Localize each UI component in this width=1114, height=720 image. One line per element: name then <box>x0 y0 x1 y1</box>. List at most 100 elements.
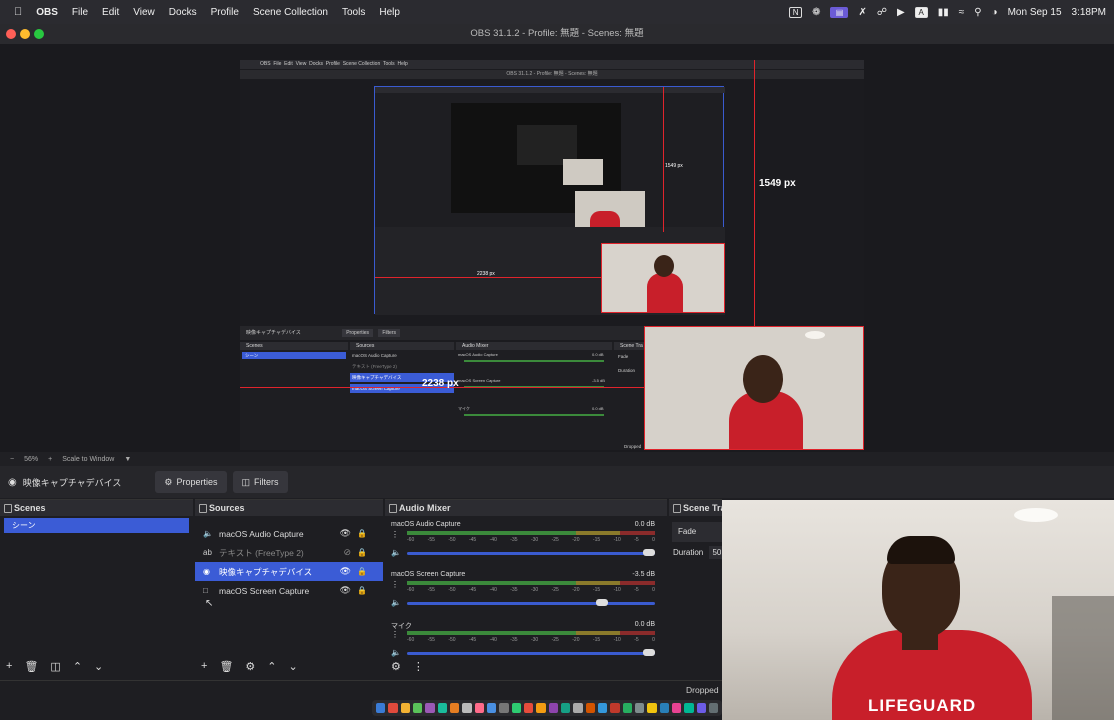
menu-view[interactable]: View <box>133 7 155 18</box>
lock-icon[interactable]: 🔒 <box>357 529 367 538</box>
dock-app-icon[interactable] <box>400 703 410 713</box>
dock-app-icon[interactable] <box>536 703 546 713</box>
lock-icon[interactable]: 🔒 <box>357 567 367 576</box>
dock-app-icon[interactable] <box>671 703 682 713</box>
lock-icon[interactable]: 🔒 <box>357 548 367 557</box>
dock-app-icon[interactable] <box>412 703 423 713</box>
play-icon[interactable]: ▶ <box>897 7 905 18</box>
remove-scene-button[interactable]: 🗑 <box>24 660 38 673</box>
menu-tools[interactable]: Tools <box>342 7 365 18</box>
menu-help[interactable]: Help <box>379 7 400 18</box>
filters-button[interactable]: ◫ Filters <box>232 471 288 493</box>
move-source-down-button[interactable]: ⌄ <box>289 660 298 673</box>
add-scene-button[interactable]: + <box>6 660 12 672</box>
minimize-window-icon[interactable] <box>20 29 30 39</box>
menu-docks[interactable]: Docks <box>169 7 197 18</box>
dock-app-icon[interactable] <box>499 703 509 713</box>
dock-app-icon[interactable] <box>548 703 558 713</box>
scene-item[interactable]: シーン <box>4 518 189 533</box>
dock-app-icon[interactable] <box>511 703 521 713</box>
menu-profile[interactable]: Profile <box>211 7 239 18</box>
fader-knob[interactable] <box>595 599 608 606</box>
dock-app-icon[interactable] <box>684 703 694 713</box>
dock-app-icon[interactable] <box>486 703 497 713</box>
fader-knob[interactable] <box>643 549 655 556</box>
dock-app-icon[interactable] <box>610 703 620 713</box>
menubar-date[interactable]: Mon Sep 15 <box>1008 7 1062 18</box>
dock-app-icon[interactable] <box>647 703 657 713</box>
keyboard-A-icon[interactable]: A <box>914 6 928 18</box>
zoom-window-icon[interactable] <box>34 29 44 39</box>
dock-app-icon[interactable] <box>437 703 447 713</box>
channel-menu-icon[interactable]: ⋮ <box>391 580 399 589</box>
screen-mirror-icon[interactable]: ▤ <box>830 6 849 18</box>
dock-app-icon[interactable] <box>376 703 386 713</box>
menu-scene-collection[interactable]: Scene Collection <box>253 7 328 18</box>
channel-menu-icon[interactable]: ⋮ <box>391 530 399 539</box>
dock-app-icon[interactable] <box>388 703 398 713</box>
volume-fader[interactable] <box>407 549 655 556</box>
dock-app-icon[interactable] <box>634 703 645 713</box>
properties-button[interactable]: ⚙ Properties <box>155 471 227 493</box>
channel-menu-icon[interactable]: ⋮ <box>391 630 399 639</box>
move-scene-down-button[interactable]: ⌄ <box>94 660 103 673</box>
dock-app-icon[interactable] <box>523 703 534 713</box>
apple-icon[interactable]:  <box>14 6 22 18</box>
dock-app-icon[interactable] <box>659 703 669 713</box>
dock-app-icon[interactable] <box>449 703 460 713</box>
duration-input[interactable]: 50 <box>709 546 722 559</box>
dock-app-icon[interactable] <box>696 703 706 713</box>
volume-fader[interactable] <box>407 599 655 606</box>
transition-select[interactable]: Fade <box>672 522 722 542</box>
move-scene-up-button[interactable]: ⌃ <box>73 660 82 673</box>
selected-webcam-source[interactable] <box>644 326 864 450</box>
pen-off-icon[interactable]: ✗ <box>858 7 866 18</box>
menu-app-name[interactable]: OBS <box>36 7 58 18</box>
chatgpt-icon[interactable]: ❁ <box>812 7 820 18</box>
speaker-icon[interactable]: 🔈 <box>391 598 401 607</box>
remove-source-button[interactable]: 🗑 <box>219 660 233 673</box>
dock-app-icon[interactable] <box>425 703 435 713</box>
scale-mode-select[interactable]: Scale to Window <box>62 456 114 463</box>
zoom-in-button[interactable]: + <box>48 456 52 463</box>
dock-app-icon[interactable] <box>597 703 608 713</box>
zoom-out-button[interactable]: − <box>10 456 14 463</box>
dock-app-icon[interactable] <box>708 703 719 713</box>
dock-app-icon[interactable] <box>622 703 632 713</box>
notion-icon[interactable]: N <box>789 6 803 18</box>
close-window-icon[interactable] <box>6 29 16 39</box>
wifi-icon[interactable]: ≈ <box>959 7 965 18</box>
battery-icon[interactable]: ▮▮ <box>938 7 949 18</box>
preview-canvas[interactable]: OBS File Edit View Docks Profile Scene C… <box>0 44 1114 452</box>
dock-app-icon[interactable] <box>462 703 472 713</box>
dock-app-icon[interactable] <box>585 703 595 713</box>
visibility-eye-icon[interactable]: 👁 <box>340 528 351 539</box>
visibility-eye-icon[interactable]: 👁 <box>340 566 351 577</box>
chevron-down-icon[interactable]: ▼ <box>124 456 131 463</box>
speaker-icon[interactable]: 🔈 <box>391 548 401 557</box>
source-item-audio-capture[interactable]: 🔈 macOS Audio Capture 👁 🔒 <box>195 524 383 543</box>
dock-app-icon[interactable] <box>573 703 583 713</box>
source-item-text[interactable]: ab テキスト (FreeType 2) ⊘ 🔒 <box>195 543 383 562</box>
source-settings-button[interactable]: ⚙ <box>245 660 255 673</box>
source-item-video-capture[interactable]: ◉ 映像キャプチャデバイス 👁 🔒 <box>195 562 383 581</box>
visibility-eye-icon[interactable]: 👁 <box>340 585 351 596</box>
dock-app-icon[interactable] <box>474 703 484 713</box>
move-source-up-button[interactable]: ⌃ <box>267 660 276 673</box>
connect-icon[interactable]: ☍ <box>877 7 887 18</box>
source-item-screen-capture[interactable]: □ macOS Screen Capture 👁 🔒 <box>195 581 383 600</box>
visibility-hidden-icon[interactable]: ⊘ <box>343 547 351 558</box>
scene-filters-button[interactable]: ◫ <box>50 660 60 673</box>
menu-file[interactable]: File <box>72 7 88 18</box>
menubar-time[interactable]: 3:18PM <box>1072 7 1106 18</box>
lock-icon[interactable]: 🔒 <box>357 586 367 595</box>
mixer-menu-icon[interactable]: ⋮ <box>413 660 424 673</box>
menu-edit[interactable]: Edit <box>102 7 119 18</box>
dock-app-icon[interactable] <box>560 703 571 713</box>
search-icon[interactable]: ⚲ <box>974 7 981 18</box>
add-source-button[interactable]: + <box>201 660 207 672</box>
advanced-audio-icon[interactable]: ⚙ <box>391 660 401 673</box>
duration-row: Duration 50 <box>673 546 722 559</box>
meter-tick-label: -60 <box>407 637 415 643</box>
control-center-icon[interactable]: ◑ <box>992 7 998 18</box>
